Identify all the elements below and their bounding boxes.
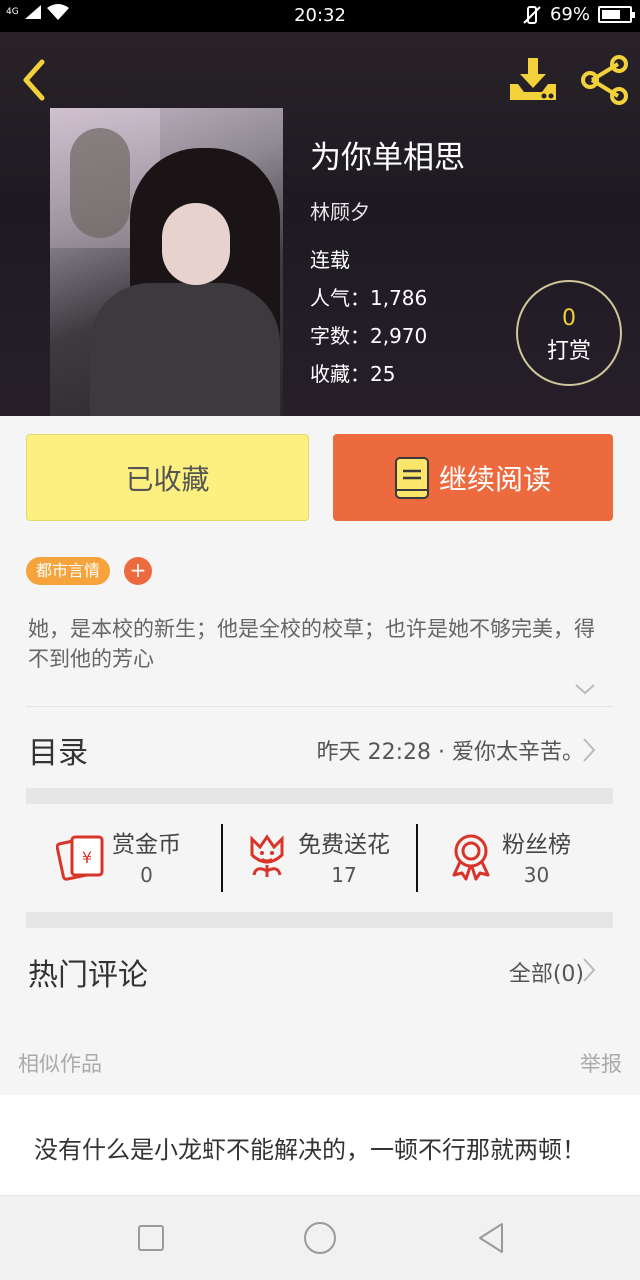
coin-reward-text: 赏金币 0: [112, 825, 181, 887]
cover-tree: [70, 128, 130, 238]
book-icon: [394, 456, 429, 499]
coin-reward-label: 赏金币: [112, 832, 181, 858]
book-word-count: 字数：2,970: [310, 324, 428, 348]
chevron-right-icon: [583, 738, 596, 762]
coin-reward-value: 0: [140, 863, 153, 887]
book-cover: [50, 108, 283, 416]
stat-divider: [416, 824, 418, 892]
chevron-down-icon: [575, 684, 595, 695]
medal-icon: [452, 834, 490, 881]
genre-tag[interactable]: 都市言情: [26, 557, 111, 585]
svg-text:¥: ¥: [82, 848, 92, 867]
vibrate-off-icon: [523, 5, 541, 24]
back-nav-button[interactable]: [474, 1220, 510, 1256]
coin-reward-stat[interactable]: ¥ 赏金币 0: [56, 820, 181, 892]
hot-comments-label: 热门评论: [28, 958, 148, 993]
book-favorites: 收藏：25: [310, 362, 396, 386]
recents-button[interactable]: [133, 1220, 169, 1256]
fan-ranking-value: 30: [523, 863, 550, 887]
stats-row: ¥ 赏金币 0 免费送花 17 粉丝榜 30: [26, 820, 613, 900]
reward-button[interactable]: 0 打赏: [516, 280, 622, 386]
free-flower-text: 免费送花 17: [298, 825, 390, 887]
battery-percent: 69%: [549, 4, 590, 25]
free-flower-stat[interactable]: 免费送花 17: [242, 820, 390, 892]
fan-ranking-text: 粉丝榜 30: [502, 825, 571, 887]
fan-ranking-stat[interactable]: 粉丝榜 30: [446, 820, 571, 892]
system-nav-bar: [0, 1195, 640, 1280]
status-right: 69%: [522, 4, 635, 25]
divider: [26, 706, 613, 707]
free-flower-label: 免费送花: [298, 832, 390, 858]
reward-label: 打赏: [546, 339, 591, 364]
back-button[interactable]: [14, 54, 58, 102]
add-tag-button[interactable]: +: [124, 557, 152, 585]
stat-divider: [221, 824, 223, 892]
flower-icon: [250, 834, 284, 877]
status-bar: 4G 20:32 69%: [0, 0, 640, 32]
download-button[interactable]: [506, 54, 560, 106]
continue-reading-label: 继续阅读: [438, 462, 551, 496]
book-header: 为你单相思 林顾夕 连载 人气：1,786 字数：2,970 收藏：25 0 打…: [0, 32, 640, 416]
favorite-button[interactable]: 已收藏: [26, 434, 309, 521]
book-author[interactable]: 林顾夕: [310, 196, 370, 225]
fan-ranking-label: 粉丝榜: [502, 832, 571, 858]
home-button[interactable]: [302, 1220, 338, 1256]
all-comments-link[interactable]: 全部(0): [509, 956, 584, 988]
toc-label: 目录: [28, 736, 88, 771]
book-synopsis: 她，是本校的新生；他是全校的校草；也许是她不够完美，得不到他的芳心: [28, 617, 595, 671]
recommendation-text: 没有什么是小龙虾不能解决的，一顿不行那就两顿！: [34, 1136, 586, 1164]
red-envelope-icon: ¥: [56, 835, 104, 881]
free-flower-value: 17: [331, 863, 357, 887]
latest-chapter: 昨天 22:28 · 爱你太辛苦。: [316, 740, 584, 765]
battery-icon: [598, 6, 635, 23]
share-icon: [581, 55, 628, 105]
share-button[interactable]: [578, 54, 632, 106]
section-separator: [26, 788, 613, 804]
chevron-right-icon: [583, 958, 596, 982]
continue-reading-button[interactable]: 继续阅读: [333, 434, 613, 521]
book-popularity: 人气：1,786: [310, 286, 428, 310]
battery-level: [602, 10, 620, 19]
chevron-left-icon: [23, 59, 45, 101]
reward-count: 0: [562, 306, 576, 331]
download-icon: [510, 58, 556, 100]
book-status: 连载: [310, 248, 350, 272]
similar-works-label: 相似作品: [18, 1052, 102, 1076]
cover-hoodie: [90, 283, 280, 416]
report-link[interactable]: 举报: [580, 1048, 622, 1078]
expand-synopsis-button[interactable]: [574, 680, 596, 698]
section-separator: [26, 912, 613, 928]
book-title: 为你单相思: [310, 140, 465, 176]
recommendation-card[interactable]: 没有什么是小龙虾不能解决的，一顿不行那就两顿！: [0, 1095, 640, 1195]
cover-face: [162, 203, 230, 285]
